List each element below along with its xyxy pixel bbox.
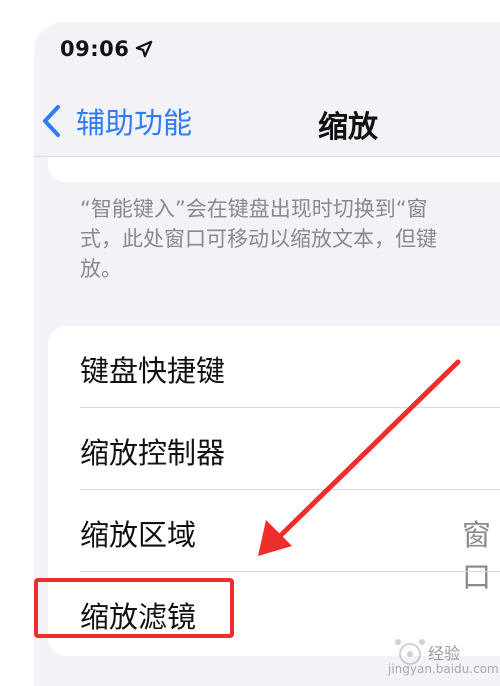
watermark-text: 经验: [428, 644, 461, 663]
page-title: 缩放: [318, 110, 378, 145]
setting-row-keyboard-shortcuts[interactable]: 键盘快捷键: [48, 326, 500, 408]
previous-card-bottom: [48, 157, 500, 182]
back-label: 辅助功能: [76, 106, 193, 140]
status-time: 09:06: [60, 37, 130, 61]
setting-label: 缩放控制器: [80, 436, 226, 470]
setting-row-zoom-region[interactable]: 缩放区域 窗口: [48, 490, 500, 594]
section-footer-text: “智能键入”会在键盘出现时切换到“窗 式，此处窗口可移动以缩放文本，但键 放。: [80, 197, 437, 281]
setting-label: 键盘快捷键: [80, 354, 226, 388]
setting-row-zoom-controller[interactable]: 缩放控制器: [48, 408, 500, 490]
back-button[interactable]: 辅助功能: [40, 100, 192, 142]
watermark-url: jingyan.baidu.com: [388, 662, 499, 676]
navigation-bar: 辅助功能 缩放: [34, 92, 500, 152]
status-bar: 09:06: [60, 34, 153, 64]
setting-label: 缩放区域: [80, 518, 197, 552]
location-arrow-icon: [136, 40, 153, 58]
chevron-left-icon: [43, 105, 60, 137]
highlight-box: [34, 578, 234, 638]
